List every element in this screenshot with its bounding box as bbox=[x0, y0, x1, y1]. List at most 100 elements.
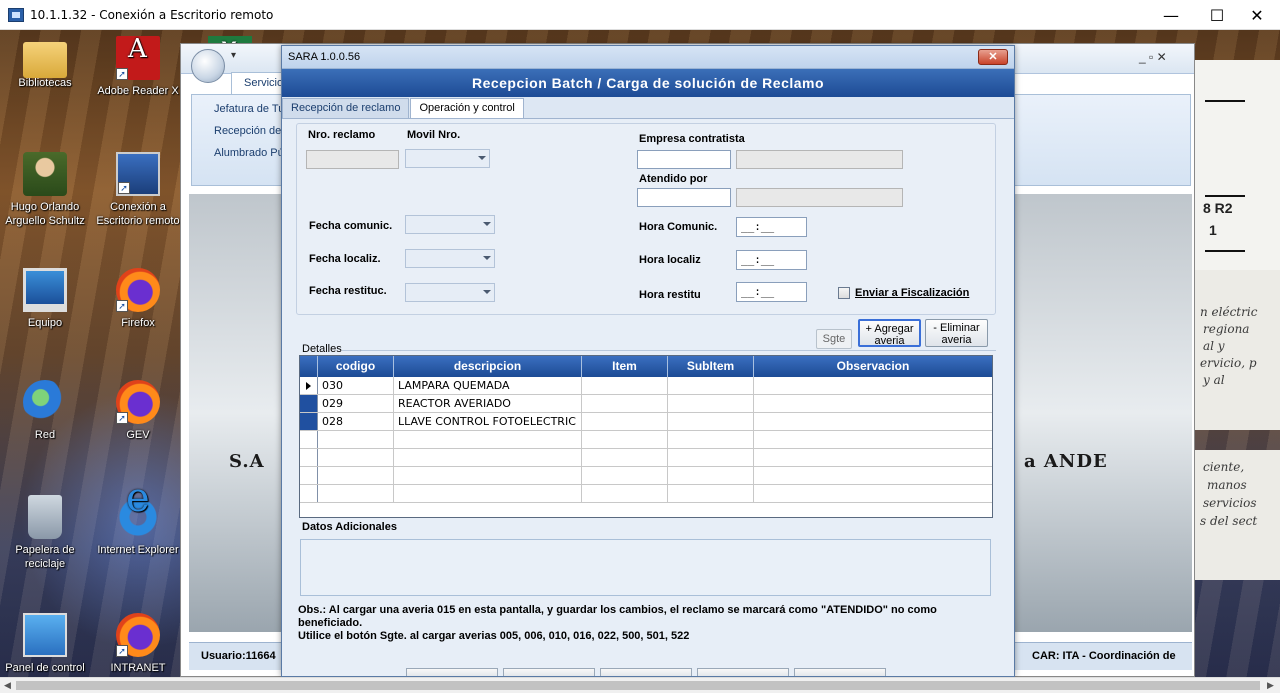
cell-observacion[interactable] bbox=[754, 413, 992, 430]
desktop-icon-firefox[interactable]: ➚ Firefox bbox=[93, 268, 183, 330]
fecha-comunic-picker[interactable] bbox=[405, 215, 495, 234]
enviar-fiscalizacion-checkbox[interactable] bbox=[838, 287, 850, 299]
cell-observacion[interactable] bbox=[754, 395, 992, 412]
atendido-label: Atendido por bbox=[639, 173, 708, 185]
bottom-button[interactable] bbox=[406, 668, 498, 676]
fecha-localiz-picker[interactable] bbox=[405, 249, 495, 268]
cell-codigo[interactable]: 028 bbox=[318, 413, 394, 430]
cell-item[interactable] bbox=[582, 413, 668, 430]
close-button[interactable]: ✕ bbox=[1234, 0, 1280, 30]
side-text-panel-bottom: ciente, manos servicios s del sect bbox=[1195, 450, 1280, 580]
status-user: Usuario:11664 bbox=[201, 650, 276, 662]
cell-descripcion[interactable]: LAMPARA QUEMADA bbox=[394, 377, 582, 394]
cell-item[interactable] bbox=[582, 395, 668, 412]
row-selector[interactable] bbox=[300, 395, 318, 412]
cell-codigo[interactable]: 029 bbox=[318, 395, 394, 412]
desktop-icon-label: Red bbox=[34, 429, 56, 441]
brand-text-right: a ANDE bbox=[1024, 451, 1108, 472]
cell-descripcion[interactable]: LLAVE CONTROL FOTOELECTRIC bbox=[394, 413, 582, 430]
recepcion-batch-dialog: SARA 1.0.0.56 ✕ Recepcion Batch / Carga … bbox=[281, 45, 1015, 677]
row-selector-current-icon[interactable] bbox=[300, 377, 318, 394]
desktop-icon-user-folder[interactable]: Hugo Orlando Arguello Schultz bbox=[0, 152, 90, 228]
fecha-restituc-picker[interactable] bbox=[405, 283, 495, 302]
desktop-icon-bibliotecas[interactable]: Bibliotecas bbox=[0, 36, 90, 90]
horizontal-scrollbar[interactable]: ◀ ▶ bbox=[0, 677, 1280, 693]
quick-access-icon[interactable]: ▾ bbox=[231, 50, 236, 61]
firefox-icon: ➚ bbox=[116, 268, 160, 312]
side-text-line: y al bbox=[1203, 373, 1225, 387]
hora-comunic-label: Hora Comunic. bbox=[639, 221, 718, 233]
grid-header-codigo[interactable]: codigo bbox=[318, 356, 394, 377]
side-header-panel: 8 R2 1 bbox=[1195, 60, 1280, 270]
empty-row[interactable] bbox=[300, 485, 992, 503]
cell-descripcion[interactable]: REACTOR AVERIADO bbox=[394, 395, 582, 412]
table-row[interactable]: 028 LLAVE CONTROL FOTOELECTRIC bbox=[300, 413, 992, 431]
empresa-code-field[interactable] bbox=[637, 150, 731, 169]
minimize-button[interactable]: — bbox=[1148, 0, 1194, 30]
hora-localiz-field[interactable]: __:__ bbox=[736, 250, 807, 270]
app-orb-icon[interactable] bbox=[191, 49, 225, 83]
hora-restitu-field[interactable]: __:__ bbox=[736, 282, 807, 302]
grid-header-item[interactable]: Item bbox=[582, 356, 668, 377]
atendido-code-field[interactable] bbox=[637, 188, 731, 207]
brand-text-left: S.A bbox=[229, 451, 265, 472]
desktop-icon-papelera[interactable]: Papelera de reciclaje bbox=[0, 495, 90, 571]
background-window-controls[interactable]: _ ▫ ✕ bbox=[1139, 50, 1167, 64]
cell-subitem[interactable] bbox=[668, 395, 754, 412]
row-selector[interactable] bbox=[300, 413, 318, 430]
desktop-icon-intranet[interactable]: ➚ INTRANET bbox=[93, 613, 183, 675]
bottom-button[interactable] bbox=[697, 668, 789, 676]
observation-line-2: Utilice el botón Sgte. al cargar averias… bbox=[298, 630, 690, 642]
desktop-icon-red[interactable]: Red bbox=[0, 380, 90, 442]
cell-observacion[interactable] bbox=[754, 377, 992, 394]
eliminar-averia-button[interactable]: - Eliminar averia bbox=[925, 319, 988, 347]
desktop-icon-label: Internet Explorer bbox=[97, 544, 179, 556]
cell-codigo[interactable]: 030 bbox=[318, 377, 394, 394]
scroll-right-icon[interactable]: ▶ bbox=[1267, 680, 1274, 691]
remote-desktop-icon: ➚ bbox=[116, 152, 160, 196]
tab-servicio[interactable]: Servicio bbox=[231, 72, 287, 94]
movil-select[interactable] bbox=[405, 149, 490, 168]
tab-operacion-control[interactable]: Operación y control bbox=[410, 98, 524, 118]
nro-reclamo-field[interactable] bbox=[306, 150, 399, 169]
folder-icon bbox=[23, 42, 67, 78]
chevron-down-icon bbox=[483, 222, 491, 226]
scrollbar-thumb[interactable] bbox=[16, 681, 1260, 690]
grid-header-observacion[interactable]: Observacion bbox=[754, 356, 992, 377]
empty-row[interactable] bbox=[300, 449, 992, 467]
hora-comunic-field[interactable]: __:__ bbox=[736, 217, 807, 237]
detalles-label: Detalles bbox=[302, 343, 342, 355]
empty-row[interactable] bbox=[300, 431, 992, 449]
desktop-icon-equipo[interactable]: Equipo bbox=[0, 268, 90, 330]
scroll-left-icon[interactable]: ◀ bbox=[4, 680, 11, 691]
desktop-icon-label: Adobe Reader X bbox=[97, 85, 179, 97]
desktop-icon-gev[interactable]: ➚ GEV bbox=[93, 380, 183, 442]
desktop-icon-label: Conexión a Escritorio remoto bbox=[96, 201, 180, 227]
desktop-icon-internet-explorer[interactable]: Internet Explorer bbox=[93, 491, 183, 557]
agregar-averia-button[interactable]: + Agregar averia bbox=[858, 319, 921, 347]
datos-adicionales-textarea[interactable] bbox=[300, 539, 991, 596]
bottom-button[interactable] bbox=[794, 668, 886, 676]
desktop-icon-remote-desktop[interactable]: ➚ Conexión a Escritorio remoto bbox=[93, 152, 183, 228]
enviar-fiscalizacion-label[interactable]: Enviar a Fiscalización bbox=[855, 287, 969, 299]
table-row[interactable]: 029 REACTOR AVERIADO bbox=[300, 395, 992, 413]
grid-header-subitem[interactable]: SubItem bbox=[668, 356, 754, 377]
cell-subitem[interactable] bbox=[668, 377, 754, 394]
grid-header-descripcion[interactable]: descripcion bbox=[394, 356, 582, 377]
averias-grid[interactable]: codigo descripcion Item SubItem Observac… bbox=[299, 355, 993, 518]
sgte-button[interactable]: Sgte bbox=[816, 329, 852, 349]
tab-recepcion-reclamo[interactable]: Recepción de reclamo bbox=[282, 98, 410, 118]
cell-item[interactable] bbox=[582, 377, 668, 394]
side-text-panel-top: n eléctric regiona al y ervicio, p y al bbox=[1195, 270, 1280, 430]
empty-row[interactable] bbox=[300, 467, 992, 485]
empresa-name-field bbox=[736, 150, 903, 169]
bottom-button[interactable] bbox=[503, 668, 595, 676]
desktop-icon-label: Equipo bbox=[27, 317, 63, 329]
table-row[interactable]: 030 LAMPARA QUEMADA bbox=[300, 377, 992, 395]
desktop-icon-panel-control[interactable]: Panel de control bbox=[0, 613, 90, 675]
fecha-restituc-label: Fecha restituc. bbox=[309, 285, 387, 297]
cell-subitem[interactable] bbox=[668, 413, 754, 430]
desktop-icon-adobe-reader[interactable]: ➚ Adobe Reader X bbox=[93, 36, 183, 98]
bottom-button[interactable] bbox=[600, 668, 692, 676]
dialog-close-button[interactable]: ✕ bbox=[978, 49, 1008, 65]
